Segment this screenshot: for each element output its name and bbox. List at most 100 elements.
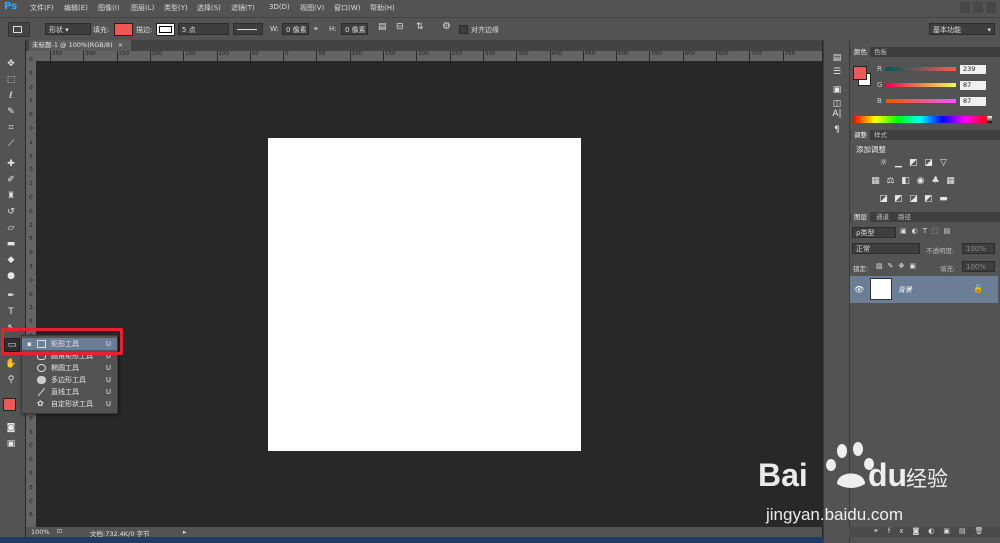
r-value-input[interactable]: 239 xyxy=(960,65,986,74)
lock-icons[interactable]: ▨✎✥▣ xyxy=(876,262,921,270)
lasso-tool-icon[interactable]: ℓ xyxy=(4,90,18,102)
r-slider[interactable] xyxy=(886,67,956,71)
link-icon[interactable]: ⚭ xyxy=(313,25,319,33)
flyout-item-custom-shape[interactable]: ✿ 自定形状工具 U xyxy=(22,398,117,410)
stroke-size-input[interactable]: 5 点 xyxy=(178,23,229,35)
quick-select-tool-icon[interactable]: ✎ xyxy=(4,106,18,118)
history-panel-icon[interactable]: ▤ xyxy=(830,52,844,64)
document-tab[interactable]: 未标题-1 @ 100%(RGB/8) × xyxy=(29,40,131,51)
tab-swatches[interactable]: 色板 xyxy=(871,47,890,57)
levels-icon[interactable]: ▁ xyxy=(894,159,903,168)
close-tab-icon[interactable]: × xyxy=(118,41,123,49)
eraser-tool-icon[interactable]: ▱ xyxy=(4,222,18,234)
marquee-tool-icon[interactable]: ⬚ xyxy=(4,74,18,86)
black-white-icon[interactable]: ◧ xyxy=(901,177,910,186)
black-white-ramp[interactable] xyxy=(987,116,992,123)
layer-filter-select[interactable]: ρ类型 xyxy=(852,227,896,238)
quick-mask-icon[interactable]: ◙ xyxy=(4,422,18,434)
color-spectrum-bar[interactable] xyxy=(853,116,987,123)
foreground-color-chip[interactable] xyxy=(853,66,867,80)
menu-image[interactable]: 图像(I) xyxy=(98,3,120,13)
menu-edit[interactable]: 编辑(E) xyxy=(64,3,88,13)
tab-styles[interactable]: 样式 xyxy=(871,130,890,140)
curves-icon[interactable]: ◩ xyxy=(909,159,918,168)
hand-tool-icon[interactable]: ✋ xyxy=(4,358,18,370)
width-input[interactable]: 0 像素 xyxy=(282,23,309,35)
threshold-icon[interactable]: ◪ xyxy=(909,195,918,204)
character-panel-icon[interactable]: A| xyxy=(830,108,844,120)
height-input[interactable]: 0 像素 xyxy=(341,23,368,35)
screen-mode-icon[interactable]: ▣ xyxy=(4,438,18,450)
stroke-color-swatch[interactable] xyxy=(156,23,175,36)
b-value-input[interactable]: 87 xyxy=(960,97,986,106)
eye-icon[interactable]: 👁 xyxy=(854,285,864,294)
path-operations-icon[interactable]: ▤ xyxy=(378,22,387,32)
dodge-tool-icon[interactable]: ● xyxy=(4,270,18,282)
tab-paths[interactable]: 路径 xyxy=(895,212,914,222)
properties-panel-icon[interactable]: ☰ xyxy=(830,66,844,78)
g-slider[interactable] xyxy=(886,83,956,87)
flyout-item-polygon[interactable]: 多边形工具 U xyxy=(22,374,117,386)
flyout-item-ellipse[interactable]: 椭圆工具 U xyxy=(22,362,117,374)
selective-color-icon[interactable]: ◩ xyxy=(924,195,933,204)
tool-preset-picker[interactable] xyxy=(8,22,30,37)
hue-saturation-icon[interactable]: ▦ xyxy=(871,177,880,186)
gear-icon[interactable]: ⚙ xyxy=(442,21,451,32)
status-icon[interactable]: ⊡ xyxy=(57,528,62,535)
zoom-level[interactable]: 100% xyxy=(31,528,50,536)
gradient-map-icon[interactable]: ▬ xyxy=(939,195,948,204)
tab-layers[interactable]: 图层 xyxy=(851,212,870,222)
menu-type[interactable]: 类型(Y) xyxy=(164,3,188,13)
menu-help[interactable]: 帮助(H) xyxy=(370,3,395,13)
menu-window[interactable]: 窗口(W) xyxy=(334,3,360,13)
path-alignment-icon[interactable]: ⊟ xyxy=(396,22,404,32)
brush-tool-icon[interactable]: ✐ xyxy=(4,174,18,186)
color-balance-icon[interactable]: ⚖ xyxy=(886,177,895,186)
minimize-button[interactable] xyxy=(960,2,970,13)
menu-file[interactable]: 文件(F) xyxy=(30,3,54,13)
blur-tool-icon[interactable]: ◆ xyxy=(4,254,18,266)
menu-3d[interactable]: 3D(D) xyxy=(269,3,290,11)
stroke-type-select[interactable] xyxy=(233,23,263,35)
maximize-button[interactable] xyxy=(973,2,983,13)
exposure-icon[interactable]: ◪ xyxy=(924,159,933,168)
b-slider[interactable] xyxy=(886,99,956,103)
close-window-button[interactable] xyxy=(986,2,996,13)
tab-color[interactable]: 颜色 xyxy=(851,47,870,57)
path-arrangement-icon[interactable]: ⇅ xyxy=(416,22,424,32)
align-edges-checkbox[interactable] xyxy=(459,25,468,34)
layer-filter-icons[interactable]: ▣◐T⬚▤ xyxy=(900,227,955,235)
g-value-input[interactable]: 87 xyxy=(960,81,986,90)
tab-adjustments[interactable]: 调整 xyxy=(851,130,870,140)
type-tool-icon[interactable]: T xyxy=(4,306,18,318)
layer-row-background[interactable]: 👁 背景 🔒 xyxy=(850,276,998,303)
fill-input[interactable]: 100% xyxy=(962,261,995,272)
menu-view[interactable]: 视图(V) xyxy=(300,3,324,13)
flyout-item-line[interactable]: 直线工具 U xyxy=(22,386,117,398)
clone-stamp-tool-icon[interactable]: ♜ xyxy=(4,190,18,202)
gradient-tool-icon[interactable]: ▬ xyxy=(4,238,18,250)
document-canvas[interactable] xyxy=(268,138,581,451)
opacity-input[interactable]: 100% xyxy=(962,243,995,254)
fill-color-swatch[interactable] xyxy=(114,23,133,36)
crop-tool-icon[interactable]: ⌗ xyxy=(4,122,18,134)
paragraph-panel-icon[interactable]: ¶ xyxy=(830,124,844,136)
photo-filter-icon[interactable]: ◉ xyxy=(916,177,925,186)
tab-channels[interactable]: 通道 xyxy=(873,212,892,222)
history-brush-tool-icon[interactable]: ↺ xyxy=(4,206,18,218)
move-tool-icon[interactable]: ✥ xyxy=(4,58,18,70)
status-menu-arrow-icon[interactable]: ▸ xyxy=(183,528,186,536)
channel-mixer-icon[interactable]: ♣ xyxy=(931,177,940,186)
menu-filter[interactable]: 滤镜(T) xyxy=(231,3,255,13)
brightness-contrast-icon[interactable]: ☼ xyxy=(879,159,888,168)
pen-tool-icon[interactable]: ✒ xyxy=(4,290,18,302)
foreground-color-swatch[interactable] xyxy=(3,398,16,411)
blend-mode-select[interactable]: 正常 xyxy=(852,243,920,254)
workspace-select[interactable]: 基本功能 ▾ xyxy=(929,23,995,35)
menu-layer[interactable]: 图层(L) xyxy=(131,3,154,13)
mode-select[interactable]: 形状 ▾ xyxy=(45,23,91,35)
color-lookup-icon[interactable]: ▦ xyxy=(946,177,955,186)
vibrance-icon[interactable]: ▽ xyxy=(939,159,948,168)
menu-select[interactable]: 选择(S) xyxy=(197,3,221,13)
zoom-tool-icon[interactable]: ⚲ xyxy=(4,374,18,386)
